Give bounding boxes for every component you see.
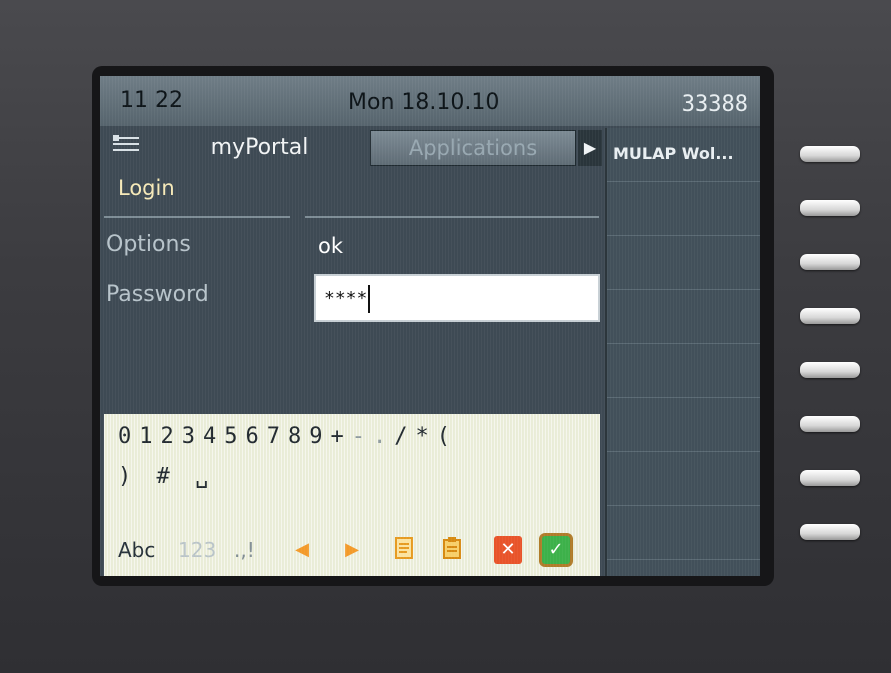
options-label: Options [106,232,191,257]
key-row: 0123456789+-./*( [118,424,458,449]
key[interactable]: * [416,424,435,449]
confirm-button[interactable]: ✓ [542,536,570,564]
side-item-empty[interactable] [607,290,760,344]
softkey-4[interactable] [800,308,860,324]
copy-icon[interactable] [390,536,418,564]
softkey-7[interactable] [800,470,860,486]
cursor-left-button[interactable]: ◀ [288,536,316,564]
paste-glyph [443,537,461,559]
tab-myportal[interactable]: myPortal [152,128,367,170]
side-panel: MULAP Wol... [605,128,760,576]
arrow-right-icon[interactable]: ▶ [578,130,602,166]
paste-icon[interactable] [438,536,466,564]
key[interactable]: 7 [267,424,286,449]
key[interactable]: 5 [224,424,243,449]
key[interactable]: / [394,424,413,449]
key[interactable]: 3 [182,424,201,449]
form-title: Login [118,176,175,200]
divider [305,216,599,218]
mode-symbols-button[interactable]: .,! [234,538,255,562]
status-bar: 11 22 Mon 18.10.10 33388 [100,76,760,126]
softkey-1[interactable] [800,146,860,162]
keyboard-toolbar: Abc 123 .,! ◀ ▶ ✕ ✓ [118,532,598,566]
menu-icon[interactable] [104,132,148,164]
side-item-empty[interactable] [607,182,760,236]
softkey-2[interactable] [800,200,860,216]
key[interactable]: + [331,424,350,449]
side-item-empty[interactable] [607,506,760,560]
status-date: Mon 18.10.10 [348,90,500,115]
key[interactable]: 2 [161,424,180,449]
softkey-6[interactable] [800,416,860,432]
side-item-empty[interactable] [607,344,760,398]
key[interactable]: 4 [203,424,222,449]
key[interactable]: ( [437,424,456,449]
key[interactable]: . [373,424,392,449]
side-item-empty[interactable] [607,398,760,452]
mode-123-button[interactable]: 123 [178,538,216,562]
copy-glyph [395,537,413,559]
side-item-mulap[interactable]: MULAP Wol... [607,128,760,182]
password-value: **** [324,288,368,309]
login-form: Login Options ok Password **** [100,172,605,412]
menu-lines-icon [113,135,139,151]
onscreen-keyboard: 0123456789+-./*( ) # ␣ Abc 123 .,! ◀ ▶ ✕… [104,414,600,576]
clock-time: 11 22 [120,88,183,113]
tab-applications[interactable]: Applications [370,130,576,166]
key[interactable]: ) [118,464,137,489]
cancel-button[interactable]: ✕ [494,536,522,564]
key[interactable]: 9 [309,424,328,449]
password-label: Password [106,282,209,307]
tab-bar: myPortal Applications ▶ [100,128,605,170]
key[interactable]: # [157,464,176,489]
key[interactable]: - [352,424,371,449]
key[interactable]: 6 [246,424,265,449]
softkey-5[interactable] [800,362,860,378]
key[interactable]: 8 [288,424,307,449]
softkey-3[interactable] [800,254,860,270]
key-row: ) # ␣ [118,464,214,489]
cursor-right-button[interactable]: ▶ [338,536,366,564]
text-caret [368,285,371,313]
phone-display: 11 22 Mon 18.10.10 33388 myPortal Applic… [100,76,760,576]
mode-abc-button[interactable]: Abc [118,538,155,562]
softkey-8[interactable] [800,524,860,540]
side-item-empty[interactable] [607,452,760,506]
divider [104,216,290,218]
password-field[interactable]: **** [314,274,600,322]
key[interactable]: 1 [139,424,158,449]
side-item-empty[interactable] [607,236,760,290]
key[interactable]: 0 [118,424,137,449]
options-value[interactable]: ok [318,234,343,258]
space-key[interactable]: ␣ [195,464,214,489]
extension-number: 33388 [681,92,748,117]
